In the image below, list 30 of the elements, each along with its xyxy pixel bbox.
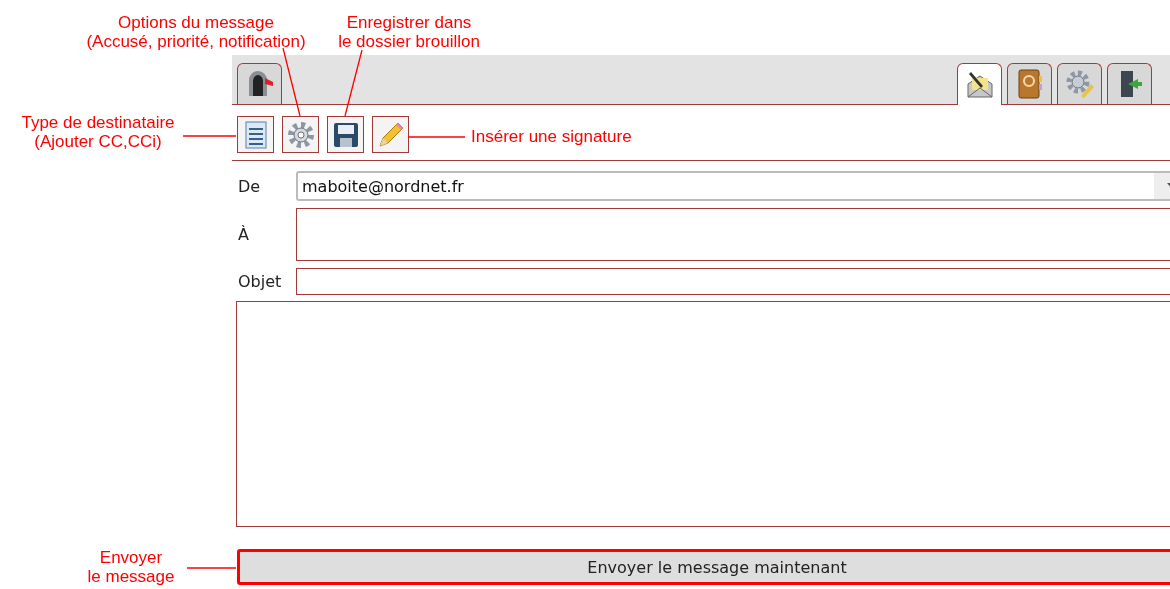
toolbar-button[interactable] bbox=[237, 116, 274, 153]
from-label: De bbox=[238, 176, 262, 196]
tab[interactable] bbox=[1007, 63, 1052, 104]
from-dropdown[interactable]: maboite@nordnet.fr bbox=[296, 171, 1170, 201]
gear-icon bbox=[286, 120, 315, 149]
toolbar-button[interactable] bbox=[327, 116, 364, 153]
gear-pencil-icon bbox=[1064, 69, 1095, 99]
leader-line bbox=[186, 567, 237, 569]
send-button[interactable]: Envoyer le message maintenant bbox=[237, 549, 1170, 585]
tab[interactable] bbox=[957, 63, 1002, 105]
tab[interactable] bbox=[237, 63, 282, 104]
subject-label: Objet bbox=[238, 272, 283, 291]
annotation-text: Enregistrer dans le dossier brouillon bbox=[338, 13, 480, 51]
annotation-text: Options du message (Accusé, priorité, notification) bbox=[86, 13, 306, 51]
pencil-icon bbox=[376, 120, 405, 149]
to-field[interactable] bbox=[296, 208, 1170, 261]
annotation-text: Type de destinataire (Ajouter CC,CCi) bbox=[21, 113, 175, 151]
leader-line bbox=[182, 135, 237, 137]
annotation-text: Insérer une signature bbox=[471, 127, 632, 146]
form-icon bbox=[244, 120, 267, 149]
tab[interactable] bbox=[1107, 63, 1152, 104]
annotation-text: Envoyer le message bbox=[87, 548, 175, 586]
message-body-field[interactable] bbox=[236, 301, 1170, 527]
toolbar-button[interactable] bbox=[282, 116, 319, 153]
toolbar-button[interactable] bbox=[372, 116, 409, 153]
leader-line bbox=[407, 136, 466, 138]
leader-line bbox=[344, 49, 363, 117]
to-label: À bbox=[238, 225, 250, 244]
subject-field[interactable] bbox=[296, 268, 1170, 295]
address-book-icon bbox=[1015, 68, 1044, 100]
